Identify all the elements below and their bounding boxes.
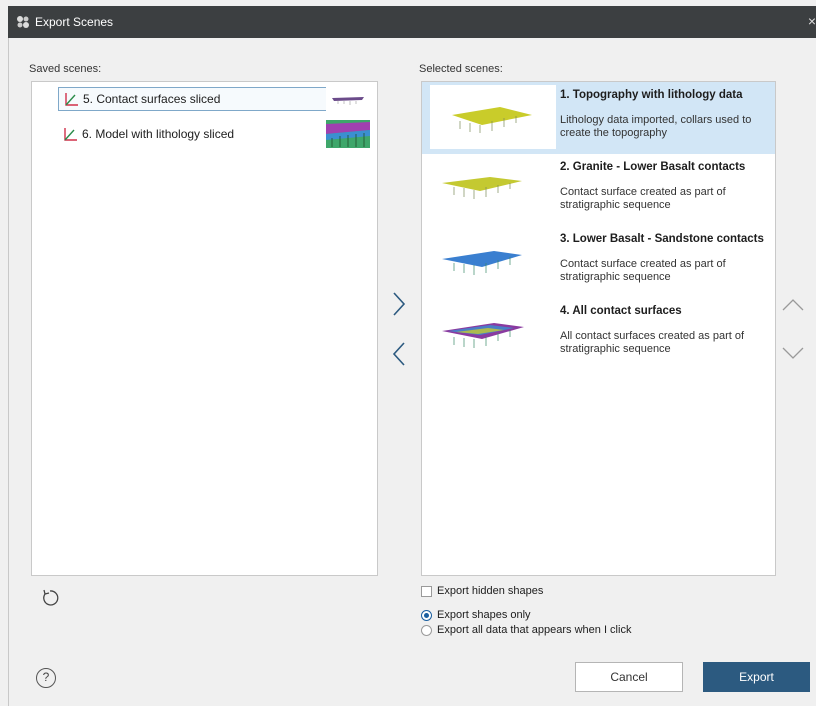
selected-scenes-list[interactable]: 1. Topography with lithology data Lithol… [421, 81, 776, 576]
radio-button[interactable] [421, 624, 432, 636]
scene-thumbnail-icon [442, 177, 522, 199]
saved-scenes-list[interactable]: 5. Contact surfaces sliced 6. Model with… [31, 81, 378, 576]
cancel-button[interactable]: Cancel [575, 662, 683, 692]
help-button[interactable]: ? [36, 668, 56, 688]
export-button[interactable]: Export [703, 662, 810, 692]
export-hidden-shapes-label: Export hidden shapes [437, 585, 544, 597]
saved-scene-label: 5. Contact surfaces sliced [83, 92, 221, 106]
selected-scene-desc: Contact surface created as part of strat… [560, 258, 726, 283]
saved-scene-label: 6. Model with lithology sliced [82, 127, 235, 141]
scene-thumbnail-icon [326, 87, 370, 111]
selected-scene-name: 4. All contact surfaces [560, 305, 682, 317]
title-bar: Export Scenes × [8, 6, 816, 38]
move-down-button[interactable] [781, 346, 805, 360]
selected-scene-item[interactable]: 1. Topography with lithology data Lithol… [422, 82, 775, 154]
selected-scene-desc: Contact surface created as part of strat… [560, 186, 726, 211]
selected-scene-item[interactable]: 4. All contact surfaces All contact surf… [422, 298, 775, 370]
export-all-data-radio[interactable]: Export all data that appears when I clic… [421, 624, 631, 636]
dialog-body: Saved scenes: Selected scenes: 5. Contac… [8, 38, 816, 706]
scene-thumbnail-icon [326, 120, 370, 148]
export-hidden-shapes-checkbox[interactable]: Export hidden shapes [421, 585, 543, 597]
app-logo-icon [17, 16, 29, 28]
scene-thumbnail-icon [430, 85, 556, 149]
window-title: Export Scenes [35, 15, 114, 29]
selected-scene-desc: Lithology data imported, collars used to… [560, 114, 752, 139]
selected-scene-item[interactable]: 3. Lower Basalt - Sandstone contacts Con… [422, 226, 775, 298]
scene-thumbnail-icon [442, 251, 522, 275]
export-shapes-only-label: Export shapes only [437, 609, 531, 621]
selected-scene-desc: All contact surfaces created as part of … [560, 330, 745, 355]
export-all-data-label: Export all data that appears when I clic… [437, 624, 632, 636]
saved-scene-item[interactable]: 6. Model with lithology sliced [58, 122, 340, 146]
close-button[interactable]: × [808, 13, 816, 29]
move-up-button[interactable] [781, 298, 805, 312]
remove-arrow-button[interactable] [392, 341, 406, 367]
selected-scene-name: 2. Granite - Lower Basalt contacts [560, 161, 746, 173]
radio-button[interactable] [421, 609, 432, 621]
selected-scene-name: 1. Topography with lithology data [560, 89, 743, 101]
selected-scenes-label: Selected scenes: [419, 63, 503, 75]
checkbox-box[interactable] [421, 585, 432, 597]
selected-scene-item[interactable]: 2. Granite - Lower Basalt contacts Conta… [422, 154, 775, 226]
export-shapes-only-radio[interactable]: Export shapes only [421, 609, 531, 621]
add-arrow-button[interactable] [392, 291, 406, 317]
scene-icon [64, 128, 77, 141]
refresh-icon[interactable] [40, 588, 60, 608]
scene-icon [65, 93, 78, 106]
scene-thumbnail-icon [442, 323, 524, 348]
selected-scene-name: 3. Lower Basalt - Sandstone contacts [560, 233, 764, 245]
saved-scenes-label: Saved scenes: [29, 63, 102, 75]
saved-scene-item[interactable]: 5. Contact surfaces sliced [58, 87, 340, 111]
